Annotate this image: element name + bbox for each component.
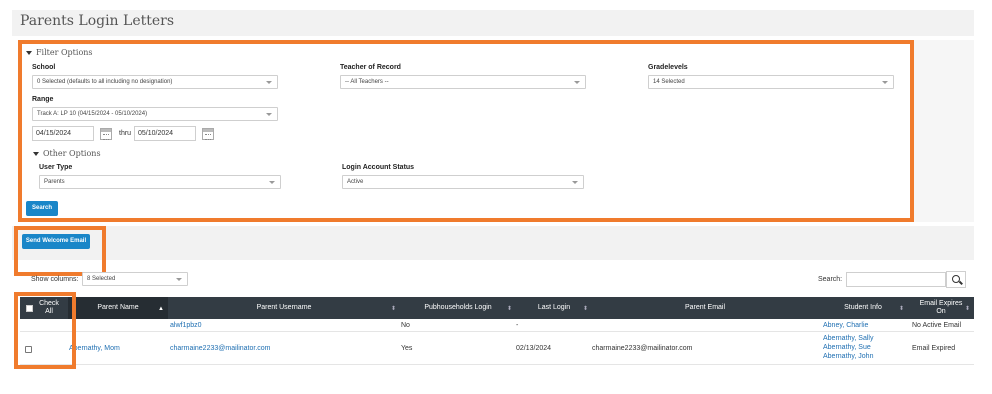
- table-row: Abernathy, Mom charmaine2233@mailinator.…: [20, 333, 974, 365]
- login-status-label: Login Account Status: [342, 164, 415, 171]
- parent-username-cell[interactable]: alwf1pbz0: [170, 322, 202, 329]
- school-select[interactable]: 0 Selected (defaults to all including no…: [32, 75, 278, 89]
- pubhouseholds-login-cell: Yes: [401, 345, 413, 352]
- range-label: Range: [32, 96, 54, 103]
- col-parent-username[interactable]: Parent Username ⬍: [168, 297, 400, 319]
- pubhouseholds-login-cell: No: [401, 322, 410, 329]
- sort-icon: ⬍: [964, 306, 970, 312]
- col-student-info[interactable]: Student Info ⬍: [818, 297, 908, 319]
- sort-icon: ⬍: [898, 306, 904, 312]
- table-row: alwf1pbz0 No - Abney, Charlie No Active …: [20, 320, 974, 332]
- calendar-icon[interactable]: [100, 128, 112, 140]
- last-login-cell: 02/13/2024: [516, 345, 552, 352]
- col-parent-email[interactable]: Parent Email: [592, 297, 818, 319]
- search-icon[interactable]: [946, 271, 966, 288]
- email-expires-cell: No Active Email: [912, 322, 962, 329]
- col-parent-name[interactable]: Parent Name ▲: [68, 297, 168, 319]
- last-login-cell: -: [516, 322, 519, 329]
- teacher-select-value: -- All Teachers --: [345, 79, 389, 85]
- show-columns-label: Show columns:: [31, 276, 79, 283]
- sort-asc-icon: ▲: [158, 306, 164, 312]
- dropdown-arrow-icon: [266, 113, 272, 116]
- email-expires-cell: Email Expired: [912, 345, 956, 352]
- col-last-login[interactable]: Last Login ⬍: [516, 297, 592, 319]
- user-type-label: User Type: [39, 164, 73, 171]
- login-status-select[interactable]: Active: [342, 175, 584, 189]
- dropdown-arrow-icon: [266, 81, 272, 84]
- gradelevels-label: Gradelevels: [648, 64, 688, 71]
- sort-icon: ⬍: [506, 306, 512, 312]
- student-link[interactable]: Abney, Charlie: [823, 322, 868, 329]
- page: Parents Login Letters Filter Options Sch…: [0, 0, 992, 394]
- range-end-date-input[interactable]: 05/10/2024: [134, 126, 196, 141]
- student-link[interactable]: Abernathy, Sue: [823, 344, 871, 351]
- show-columns-value: 8 Selected: [87, 276, 116, 282]
- dropdown-arrow-icon: [574, 81, 580, 84]
- user-type-select[interactable]: Parents: [39, 175, 281, 189]
- show-columns-select[interactable]: 8 Selected: [82, 272, 188, 286]
- parent-email-cell: charmaine2233@mailinator.com: [592, 345, 693, 352]
- sort-icon: ⬍: [582, 306, 588, 312]
- highlight-box: [14, 226, 106, 276]
- parent-username-cell[interactable]: charmaine2233@mailinator.com: [170, 345, 271, 352]
- parent-username-header: Parent Username: [256, 304, 312, 311]
- search-filter-button[interactable]: Search: [26, 201, 58, 216]
- dropdown-arrow-icon: [572, 181, 578, 184]
- table-search-label: Search:: [818, 276, 843, 283]
- table-search-input[interactable]: [846, 272, 946, 287]
- table-header: Check All Parent Name ▲ Parent Username ⬍ …: [20, 297, 974, 319]
- col-pubhouseholds-login[interactable]: Pubhouseholds Login ⬍: [400, 297, 516, 319]
- range-select[interactable]: Track A: LP 10 (04/15/2024 - 05/10/2024): [32, 107, 278, 121]
- filter-panel-background: [912, 40, 974, 222]
- other-options-label: Other Options: [43, 149, 101, 158]
- range-start-date-input[interactable]: 04/15/2024: [32, 126, 94, 141]
- dropdown-arrow-icon: [176, 278, 182, 281]
- dropdown-arrow-icon: [882, 81, 888, 84]
- page-title: Parents Login Letters: [20, 13, 175, 29]
- student-info-header: Student Info: [844, 304, 882, 311]
- gradelevels-select-value: 14 Selected: [653, 79, 685, 85]
- gradelevels-select[interactable]: 14 Selected: [648, 75, 894, 89]
- email-expires-header: Email Expires On: [919, 300, 963, 315]
- caret-down-icon: [33, 152, 39, 156]
- highlight-box: [14, 292, 76, 369]
- sort-icon: ⬍: [390, 306, 396, 312]
- parent-name-cell[interactable]: Abernathy, Mom: [69, 345, 120, 352]
- school-label: School: [32, 64, 56, 71]
- col-email-expires[interactable]: Email Expires On ⬍: [908, 297, 974, 319]
- filter-options-label: Filter Options: [36, 48, 93, 57]
- welcome-email-toolbar: [12, 226, 974, 260]
- teacher-label: Teacher of Record: [340, 64, 401, 71]
- parent-name-header: Parent Name: [97, 304, 139, 311]
- pubhouseholds-login-header: Pubhouseholds Login: [424, 304, 492, 311]
- title-bar: Parents Login Letters: [12, 10, 974, 36]
- caret-down-icon: [26, 51, 32, 55]
- other-options-toggle[interactable]: Other Options: [33, 149, 101, 158]
- thru-label: thru: [119, 130, 132, 137]
- student-link[interactable]: Abernathy, Sally: [823, 335, 873, 342]
- filter-options-toggle[interactable]: Filter Options: [26, 48, 93, 57]
- filter-options-panel: Filter Options School 0 Selected (defaul…: [18, 40, 914, 222]
- dropdown-arrow-icon: [269, 181, 275, 184]
- user-type-select-value: Parents: [44, 179, 65, 185]
- parent-email-header: Parent Email: [684, 304, 726, 311]
- last-login-header: Last Login: [537, 304, 571, 311]
- student-link[interactable]: Abernathy, John: [823, 353, 873, 360]
- calendar-icon[interactable]: [202, 128, 214, 140]
- range-select-value: Track A: LP 10 (04/15/2024 - 05/10/2024): [37, 111, 148, 117]
- login-status-select-value: Active: [347, 179, 364, 185]
- teacher-select[interactable]: -- All Teachers --: [340, 75, 586, 89]
- school-select-value: 0 Selected (defaults to all including no…: [37, 79, 173, 85]
